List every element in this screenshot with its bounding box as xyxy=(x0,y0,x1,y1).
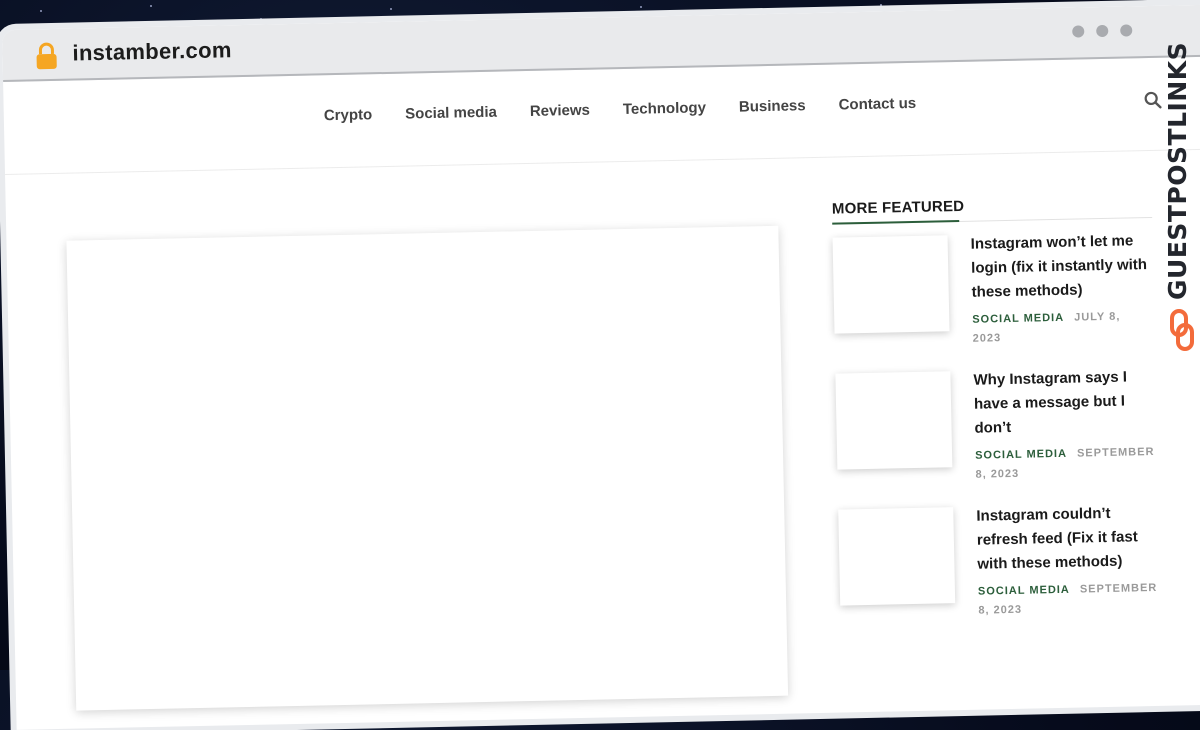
post-title[interactable]: Instagram couldn’t refresh feed (Fix it … xyxy=(976,501,1157,577)
chain-link-icon xyxy=(1170,309,1194,351)
post-thumbnail[interactable] xyxy=(832,235,950,334)
window-controls xyxy=(1072,24,1133,38)
sidebar-post[interactable]: Why Instagram says I have a message but … xyxy=(835,367,1158,500)
search-icon[interactable] xyxy=(1144,91,1162,109)
nav-item-contact-us[interactable]: Contact us xyxy=(838,95,916,114)
nav-item-reviews[interactable]: Reviews xyxy=(530,102,590,120)
window-dot[interactable] xyxy=(1120,24,1133,37)
nav-item-crypto[interactable]: Crypto xyxy=(324,106,373,124)
padlock-icon xyxy=(36,42,57,70)
sidebar-post[interactable]: Instagram won’t let me login (fix it ins… xyxy=(832,229,1156,364)
post-category[interactable]: SOCIAL MEDIA xyxy=(978,584,1070,598)
nav-item-technology[interactable]: Technology xyxy=(623,99,706,118)
window-dot[interactable] xyxy=(1072,25,1085,38)
url-text: instamber.com xyxy=(72,37,232,66)
post-title[interactable]: Why Instagram says I have a message but … xyxy=(973,365,1154,441)
post-category[interactable]: SOCIAL MEDIA xyxy=(972,312,1064,326)
window-dot[interactable] xyxy=(1096,24,1109,38)
post-thumbnail[interactable] xyxy=(838,507,956,606)
post-title[interactable]: Instagram won’t let me login (fix it ins… xyxy=(970,229,1151,305)
post-category[interactable]: SOCIAL MEDIA xyxy=(975,448,1067,462)
guestpostlinks-watermark: GUESTPOSTLINKS xyxy=(1163,41,1192,300)
featured-post-card[interactable] xyxy=(66,225,789,711)
post-thumbnail[interactable] xyxy=(835,371,953,470)
sidebar-post[interactable]: Instagram couldn’t refresh feed (Fix it … xyxy=(838,503,1161,636)
nav-item-business[interactable]: Business xyxy=(739,97,806,115)
more-featured-sidebar: MORE FEATURED Instagram won’t let me log… xyxy=(832,194,1161,636)
nav-item-social-media[interactable]: Social media xyxy=(405,104,497,123)
website: Crypto Social media Reviews Technology B… xyxy=(3,56,1200,730)
browser-window: instamber.com Crypto Social media Review… xyxy=(2,4,1200,730)
